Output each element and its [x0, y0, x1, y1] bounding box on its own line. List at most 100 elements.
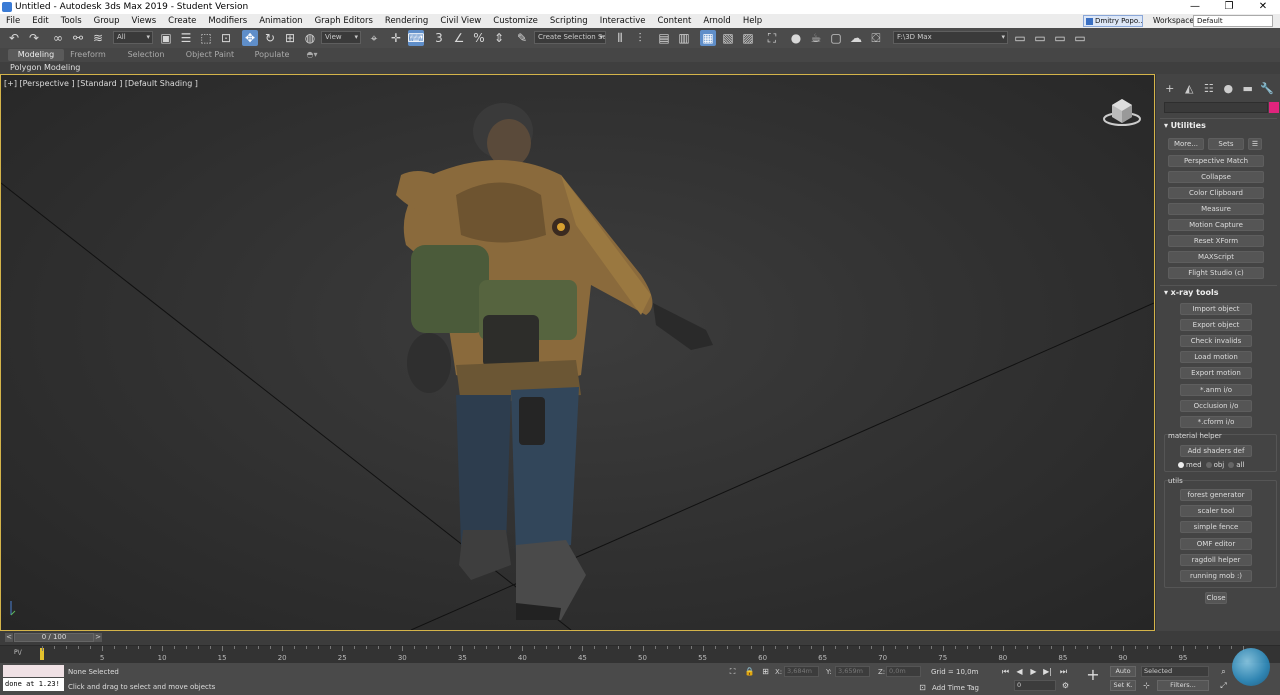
load-motion-button[interactable]: Load motion — [1180, 351, 1252, 363]
material-editor-icon[interactable]: ● — [788, 30, 804, 46]
select-object-icon[interactable]: ▣ — [158, 30, 174, 46]
menu-create[interactable]: Create — [162, 14, 202, 28]
set-key-big-icon[interactable]: + — [1085, 667, 1101, 685]
display-tab-icon[interactable]: ▬ — [1238, 82, 1258, 96]
rectangular-selection-icon[interactable]: ⬚ — [198, 30, 214, 46]
go-to-start-icon[interactable]: ⏮ — [1000, 666, 1011, 677]
close-button[interactable]: Close — [1205, 592, 1227, 604]
angle-snap-icon[interactable]: ∠ — [451, 30, 467, 46]
menu-group[interactable]: Group — [88, 14, 126, 28]
align-icon[interactable]: ⫶ — [632, 30, 648, 46]
save-icon[interactable]: ▭ — [1052, 30, 1068, 46]
set-project-folder-icon[interactable]: ▭ — [1012, 30, 1028, 46]
radio-all[interactable]: all — [1228, 461, 1244, 469]
maxscript-button[interactable]: MAXScript — [1168, 251, 1264, 263]
measure-button[interactable]: Measure — [1168, 203, 1264, 215]
color-clipboard-button[interactable]: Color Clipboard — [1168, 187, 1264, 199]
key-filter-dropdown[interactable]: Selected — [1141, 666, 1209, 677]
viewcube-icon[interactable] — [1102, 93, 1142, 127]
reset-xform-button[interactable]: Reset XForm — [1168, 235, 1264, 247]
tab-freeform[interactable]: Freeform — [66, 49, 110, 61]
viewport-label[interactable]: [+] [Perspective ] [Standard ] [Default … — [4, 79, 198, 88]
next-frame-arrow-icon[interactable]: > — [94, 633, 102, 642]
export-object-button[interactable]: Export object — [1180, 319, 1252, 331]
menu-scripting[interactable]: Scripting — [544, 14, 594, 28]
menu-edit[interactable]: Edit — [26, 14, 54, 28]
scene-explorer-icon[interactable]: ▤ — [656, 30, 672, 46]
object-color-swatch[interactable] — [1269, 102, 1279, 113]
auto-key-button[interactable]: Auto — [1110, 666, 1136, 677]
undo-icon[interactable]: ↶ — [6, 30, 22, 46]
tab-object-paint[interactable]: Object Paint — [180, 49, 240, 61]
selection-filter-dropdown[interactable]: All — [113, 31, 153, 44]
reference-coordinate-dropdown[interactable]: View — [321, 31, 361, 44]
motion-tab-icon[interactable]: ● — [1219, 82, 1239, 96]
snaps-toggle-icon[interactable]: 3 — [431, 30, 447, 46]
collapse-button[interactable]: Collapse — [1168, 171, 1264, 183]
hierarchy-tab-icon[interactable]: ☷ — [1199, 82, 1219, 96]
menu-content[interactable]: Content — [652, 14, 698, 28]
workspace-select[interactable]: Default — [1193, 15, 1273, 27]
absolute-mode-icon[interactable]: ⊞ — [760, 666, 771, 677]
project-folder-dropdown[interactable]: F:\3D Max — [893, 31, 1008, 44]
menu-graph-editors[interactable]: Graph Editors — [309, 14, 379, 28]
rendered-frame-window-icon[interactable]: ▢ — [828, 30, 844, 46]
menu-rendering[interactable]: Rendering — [379, 14, 434, 28]
prev-frame-arrow-icon[interactable]: < — [5, 633, 13, 642]
motion-capture-button[interactable]: Motion Capture — [1168, 219, 1264, 231]
keyboard-shortcut-toggle-icon[interactable]: ⌨ — [407, 30, 425, 46]
select-and-move-icon[interactable]: ✥ — [242, 30, 258, 46]
menu-civil-view[interactable]: Civil View — [434, 14, 487, 28]
maxscript-listener-output[interactable]: done at 1.23! — [3, 678, 64, 691]
track-bar[interactable]: P\/ 5 10 15 20 25 30 35 40 45 50 55 60 65 70 75 80 85 90 9… — [0, 645, 1280, 663]
occlusion-io-button[interactable]: Occlusion i/o — [1180, 400, 1252, 412]
current-frame-field[interactable]: 0 — [1014, 680, 1056, 691]
user-account-dropdown[interactable]: Dmitry Popo... — [1083, 15, 1143, 27]
cform-io-button[interactable]: *.cform i/o — [1180, 416, 1252, 428]
filters-button[interactable]: Filters... — [1157, 680, 1209, 691]
time-tag-icon[interactable]: ⊡ — [917, 682, 928, 693]
curve-editor-icon[interactable]: ▧ — [720, 30, 736, 46]
mirror-icon[interactable]: ⫴ — [612, 30, 628, 46]
ribbon-options-icon[interactable]: ◓▾ — [304, 49, 320, 61]
render-setup-icon[interactable]: ☕ — [808, 30, 824, 46]
modify-tab-icon[interactable]: ◭ — [1180, 82, 1200, 96]
menu-help[interactable]: Help — [737, 14, 768, 28]
dope-sheet-icon[interactable]: ▨ — [740, 30, 756, 46]
bind-space-warp-icon[interactable]: ≋ — [90, 30, 106, 46]
go-to-end-icon[interactable]: ⏭ — [1058, 666, 1069, 677]
select-and-scale-icon[interactable]: ⊞ — [282, 30, 298, 46]
sets-button[interactable]: Sets — [1208, 138, 1244, 150]
add-shaders-def-button[interactable]: Add shaders def — [1180, 445, 1252, 457]
more-button[interactable]: More... — [1168, 138, 1204, 150]
named-selection-dropdown[interactable]: Create Selection Set — [534, 31, 606, 44]
window-crossing-icon[interactable]: ⊡ — [218, 30, 234, 46]
scaler-tool-button[interactable]: scaler tool — [1180, 505, 1252, 517]
link-icon[interactable]: ∞ — [50, 30, 66, 46]
open-icon[interactable]: ▭ — [1032, 30, 1048, 46]
simple-fence-button[interactable]: simple fence — [1180, 521, 1252, 533]
forest-generator-button[interactable]: forest generator — [1180, 489, 1252, 501]
xray-tools-rollout-header[interactable]: x-ray tools — [1160, 287, 1277, 299]
configure-sets-icon[interactable]: ☰ — [1248, 138, 1262, 150]
spinner-snap-icon[interactable]: ⇕ — [491, 30, 507, 46]
pan-view-icon[interactable]: ⤢ — [1218, 680, 1229, 691]
tab-selection[interactable]: Selection — [124, 49, 168, 61]
pivot-center-icon[interactable]: ⌖ — [366, 30, 382, 46]
time-slider[interactable]: < 0 / 100 > — [0, 631, 1280, 645]
tab-populate[interactable]: Populate — [250, 49, 294, 61]
select-and-rotate-icon[interactable]: ↻ — [262, 30, 278, 46]
x-coord-field[interactable]: 3,684m — [784, 666, 819, 677]
render-production-icon[interactable]: ☁ — [848, 30, 864, 46]
unlink-icon[interactable]: ⚯ — [70, 30, 86, 46]
time-configuration-icon[interactable]: ⚙ — [1060, 680, 1071, 691]
zoom-icon[interactable]: ⌕ — [1218, 666, 1229, 677]
flight-studio-button[interactable]: Flight Studio (c) — [1168, 267, 1264, 279]
isolate-selection-icon[interactable]: ⛶ — [727, 666, 738, 677]
menu-customize[interactable]: Customize — [487, 14, 544, 28]
radio-med[interactable]: med — [1178, 461, 1202, 469]
running-mob-button[interactable]: running mob :) — [1180, 570, 1252, 582]
close-icon[interactable]: ✕ — [1246, 0, 1280, 14]
ragdoll-helper-button[interactable]: ragdoll helper — [1180, 554, 1252, 566]
utilities-rollout-header[interactable]: Utilities — [1160, 120, 1277, 132]
